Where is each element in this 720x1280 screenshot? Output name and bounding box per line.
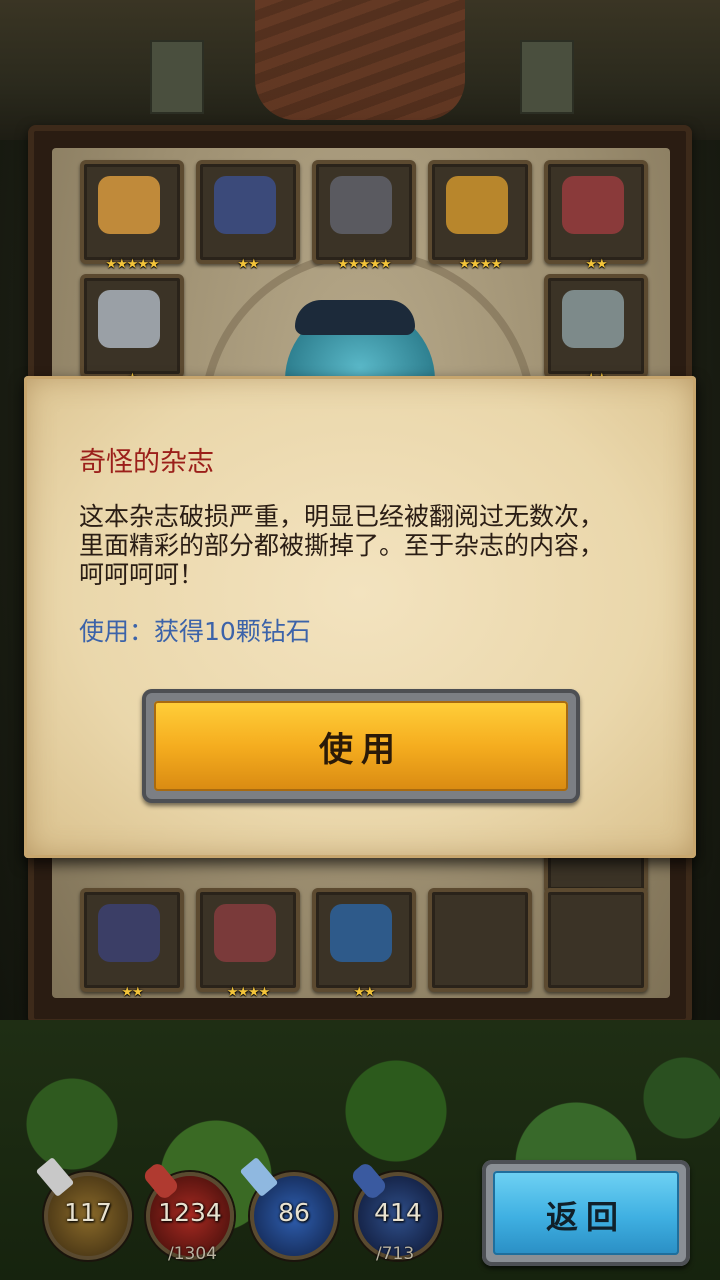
inventory-slot-empty[interactable] xyxy=(544,888,648,992)
use-button-label: 使用 xyxy=(319,730,403,770)
inventory-slot-empty[interactable] xyxy=(428,888,532,992)
blue-armor-icon xyxy=(330,904,392,962)
inventory-slot[interactable]: ★★★★★ xyxy=(312,160,416,272)
health-value: 1234 xyxy=(158,1198,222,1227)
feathered-hat-icon xyxy=(214,904,276,962)
defense-value: 86 xyxy=(278,1198,310,1227)
gauntlet-icon xyxy=(98,176,160,234)
stone-pillar xyxy=(520,40,574,114)
item-description: 这本杂志破损严重，明显已经被翻阅过无数次，里面精彩的部分都被撕掉了。至于杂志的内… xyxy=(79,502,605,589)
inventory-slot[interactable]: ★★★★ xyxy=(428,160,532,272)
item-effect: 使用：获得10颗钻石 xyxy=(79,617,311,646)
inventory-slot[interactable]: ★★ xyxy=(80,888,184,1000)
inventory-slot[interactable]: ★★ xyxy=(544,160,648,272)
item-stars: ★★★★★ xyxy=(105,257,159,272)
lantern-icon xyxy=(446,176,508,234)
inventory-slot[interactable]: ★★★★★ xyxy=(80,160,184,272)
mana-value: 414 xyxy=(374,1198,422,1227)
background-house xyxy=(0,0,720,140)
health-max: /1304 xyxy=(168,1244,217,1264)
armor-vest-icon xyxy=(214,176,276,234)
item-stars: ★★★★ xyxy=(458,257,503,272)
item-stars: ★★ xyxy=(121,985,143,1000)
silver-bracelet-icon xyxy=(98,290,160,348)
inventory-slot[interactable]: ★ xyxy=(80,274,184,386)
item-stars: ★★★★★ xyxy=(337,257,391,272)
inventory-slot[interactable]: ★★★★ xyxy=(196,888,300,1000)
item-stars: ★★ xyxy=(353,985,375,1000)
inventory-slot[interactable]: ★★ xyxy=(544,274,648,386)
item-stars: ★★ xyxy=(585,257,607,272)
item-name: 奇怪的杂志 xyxy=(79,447,214,478)
helmet-icon xyxy=(330,176,392,234)
amulet-icon xyxy=(562,176,624,234)
item-stars: ★★★★ xyxy=(226,985,271,1000)
stone-pillar xyxy=(150,40,204,114)
inventory-slot[interactable]: ★★ xyxy=(312,888,416,1000)
mana-max: /713 xyxy=(376,1244,415,1264)
item-stars: ★★ xyxy=(237,257,259,272)
dark-bracelet-icon xyxy=(98,904,160,962)
character-hair xyxy=(295,300,415,335)
roof-arch xyxy=(255,0,465,120)
back-button[interactable]: 返回 xyxy=(482,1160,690,1266)
ring-icon xyxy=(562,290,624,348)
use-button[interactable]: 使用 xyxy=(142,689,580,803)
back-button-label: 返回 xyxy=(545,1198,626,1236)
inventory-slot[interactable]: ★★ xyxy=(196,160,300,272)
